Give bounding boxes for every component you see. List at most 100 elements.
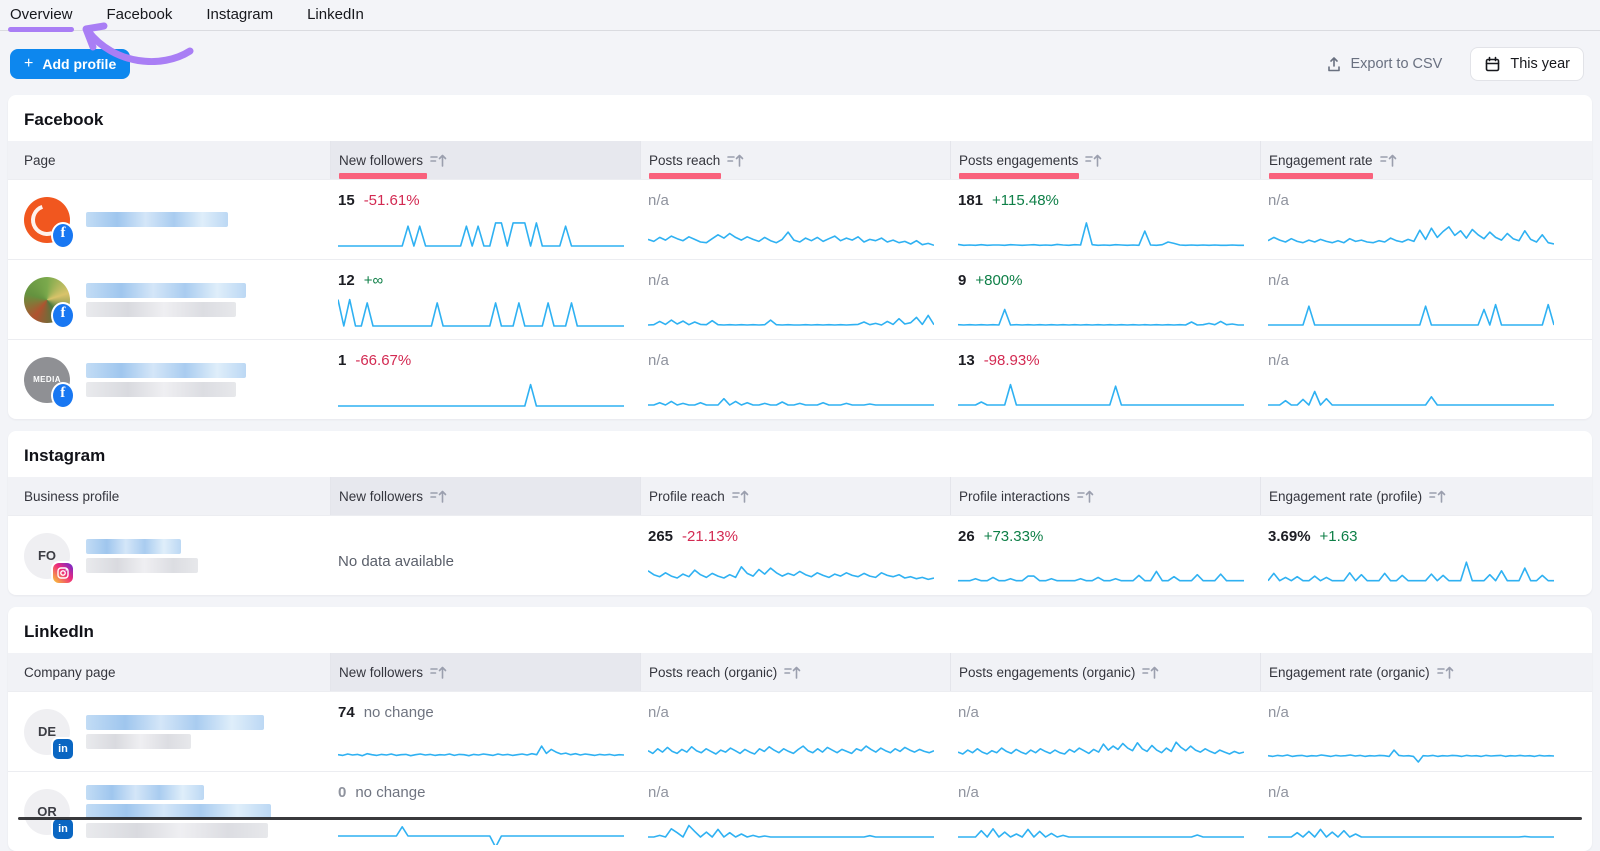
delta-value: +∞ (364, 272, 383, 289)
column-header[interactable]: Posts reach (640, 141, 950, 179)
table-header-row: Page New followers Posts reach Posts eng… (8, 141, 1592, 179)
metric-value: n/a (958, 704, 979, 721)
metric-cell: 15 -51.61% (330, 180, 640, 259)
entity-column-header: Page (8, 141, 330, 179)
sort-icon (430, 153, 447, 168)
trend-sparkline (1268, 547, 1554, 589)
entity-cell: MEDIAf (8, 340, 330, 419)
app: { "colors":{ "accent_blue":"#0d87ee","sp… (0, 0, 1600, 820)
metric-value: 0 (338, 784, 346, 801)
column-header[interactable]: Profile reach (640, 477, 950, 515)
metric-cell: n/a (950, 772, 1260, 851)
metric-cell: n/a (950, 692, 1260, 771)
trend-sparkline (648, 291, 934, 333)
metric-value: 13 (958, 352, 975, 369)
table-row: MEDIAf 1-66.67% n/a 13-98.93% n/a (8, 339, 1592, 419)
column-header[interactable]: New followers (330, 141, 640, 179)
tab-instagram[interactable]: Instagram (206, 0, 273, 30)
column-header[interactable]: Posts engagements (organic) (950, 653, 1260, 691)
delta-value: -66.67% (355, 352, 411, 369)
metric-value: 26 (958, 528, 975, 545)
profile-name-redacted[interactable] (86, 537, 198, 575)
sort-icon (1380, 153, 1397, 168)
delta-value: +800% (975, 272, 1022, 289)
metric-value: 265 (648, 528, 673, 545)
delta-value: -51.61% (364, 192, 420, 209)
trend-sparkline (958, 723, 1244, 765)
trend-sparkline (958, 547, 1244, 589)
profile-avatar: DEin (24, 709, 70, 755)
trend-sparkline (648, 723, 934, 765)
trend-sparkline (648, 803, 934, 845)
metric-cell: No data available (330, 516, 640, 595)
profile-name-redacted[interactable] (86, 783, 271, 840)
metric-cell: n/a (1260, 260, 1592, 339)
section-title: Facebook (8, 95, 1592, 141)
sort-icon (784, 665, 801, 680)
column-header[interactable]: Profile interactions (950, 477, 1260, 515)
column-header[interactable]: Engagement rate (profile) (1260, 477, 1592, 515)
metric-value: n/a (1268, 704, 1289, 721)
tab-facebook[interactable]: Facebook (107, 0, 173, 30)
metric-value: 9 (958, 272, 966, 289)
linkedin-badge-icon: in (53, 819, 73, 839)
delta-value: +73.33% (984, 528, 1044, 545)
trend-sparkline (338, 803, 624, 845)
delta-value: +115.48% (992, 192, 1059, 209)
linkedin-badge-icon: in (53, 739, 73, 759)
tab-linkedin[interactable]: LinkedIn (307, 0, 364, 30)
column-header[interactable]: Engagement rate (1260, 141, 1592, 179)
entity-column-header: Company page (8, 653, 330, 691)
sort-icon (1429, 489, 1446, 504)
column-header[interactable]: Posts engagements (950, 141, 1260, 179)
tab-overview[interactable]: Overview (10, 0, 73, 30)
section-facebook: Facebook Page New followers Posts reach … (8, 95, 1592, 419)
metric-value: n/a (1268, 192, 1289, 209)
trend-sparkline (338, 211, 624, 253)
metric-cell: 1-66.67% (330, 340, 640, 419)
trend-sparkline (338, 291, 624, 333)
profile-avatar: f (24, 197, 70, 243)
trend-sparkline (958, 803, 1244, 845)
metric-value: n/a (648, 192, 669, 209)
profile-name-redacted[interactable] (86, 713, 264, 751)
metric-cell: n/a (640, 692, 950, 771)
sort-icon (727, 153, 744, 168)
section-title: LinkedIn (8, 607, 1592, 653)
sort-icon (1077, 489, 1094, 504)
column-header[interactable]: New followers (330, 653, 640, 691)
date-range-label: This year (1510, 56, 1570, 72)
plus-icon: + (24, 56, 33, 72)
metric-value: 15 (338, 192, 355, 209)
profile-name-redacted[interactable] (86, 361, 246, 399)
metric-cell: 9 +800% (950, 260, 1260, 339)
share-indicator-bar (959, 173, 1079, 179)
table-header-row: Company page New followers Posts reach (… (8, 653, 1592, 691)
delta-value: +1.63 (1320, 528, 1358, 545)
profile-name-redacted[interactable] (86, 210, 228, 229)
trend-sparkline (1268, 723, 1554, 765)
trend-sparkline (648, 371, 934, 413)
date-range-button[interactable]: This year (1470, 47, 1584, 81)
metric-value: n/a (648, 352, 669, 369)
profile-name-redacted[interactable] (86, 281, 246, 319)
column-header[interactable]: Engagement rate (organic) (1260, 653, 1592, 691)
section-linkedin: LinkedIn Company page New followers Post… (8, 607, 1592, 851)
add-profile-button[interactable]: + Add profile (10, 49, 130, 79)
facebook-badge-icon: f (53, 304, 73, 327)
trend-sparkline (958, 291, 1244, 333)
instagram-badge-icon (53, 563, 73, 583)
delta-value: -21.13% (682, 528, 738, 545)
sort-icon (430, 665, 447, 680)
section-title: Instagram (8, 431, 1592, 477)
entity-column-header: Business profile (8, 477, 330, 515)
trend-sparkline (958, 371, 1244, 413)
column-header[interactable]: New followers (330, 477, 640, 515)
metric-cell: 181+115.48% (950, 180, 1260, 259)
trend-sparkline (1268, 803, 1554, 845)
table-row: ORin 0no change n/a n/a n/a (8, 771, 1592, 851)
export-csv-button[interactable]: Export to CSV (1326, 56, 1442, 73)
column-header[interactable]: Posts reach (organic) (640, 653, 950, 691)
share-indicator-bar (339, 173, 427, 179)
sort-icon (1085, 153, 1102, 168)
